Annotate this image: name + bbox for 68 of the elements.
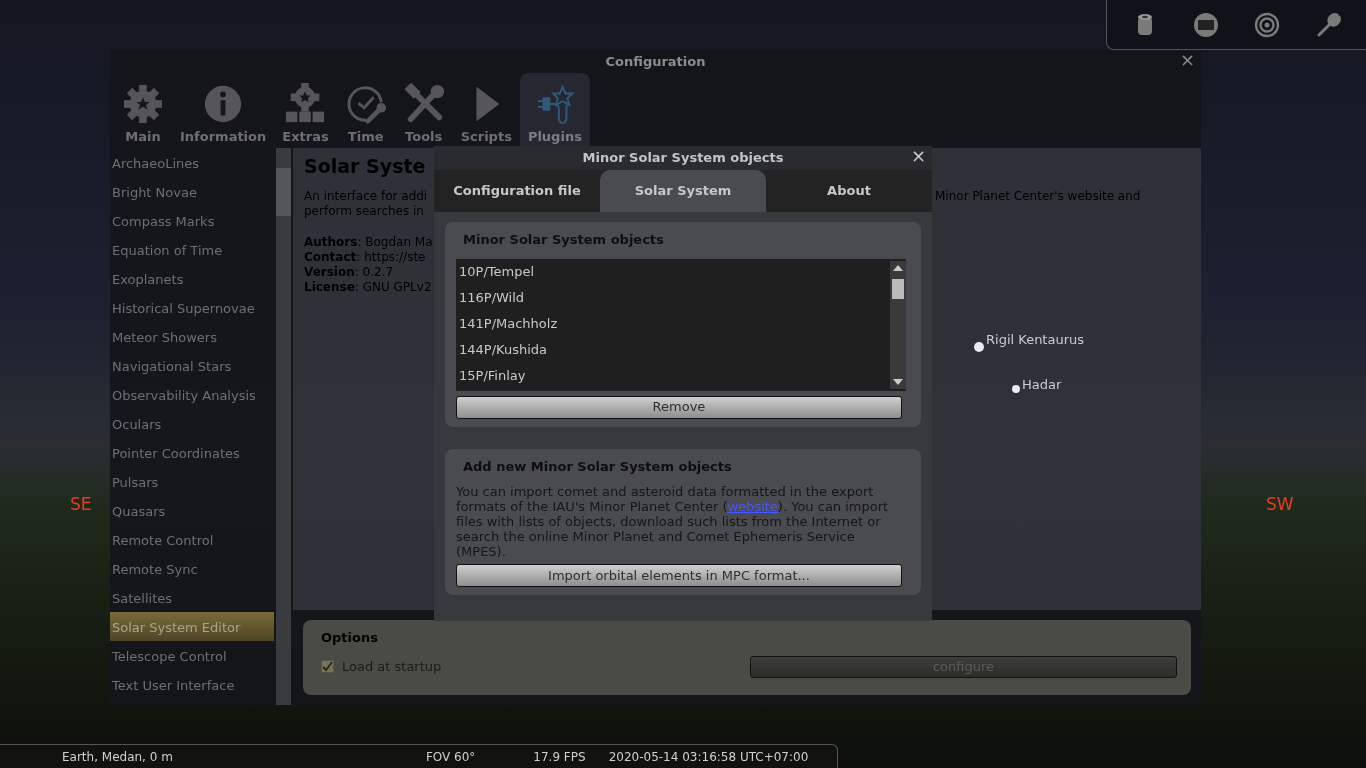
star-label: Rigil Kentaurus — [986, 331, 1085, 349]
config-tab[interactable]: Information — [172, 73, 275, 148]
plugin-list-item[interactable]: Compass Marks — [110, 206, 274, 235]
info-text: Contact: https://ste — [304, 249, 427, 265]
info-text: License: GNU GPLv2 — [304, 279, 433, 295]
config-tab[interactable]: Scripts — [452, 73, 520, 148]
plugin-list-item[interactable]: ArchaeoLines — [110, 148, 274, 177]
plugin-list-item[interactable]: Quasars — [110, 496, 274, 525]
compass-label: SW — [1266, 493, 1294, 516]
window-icon[interactable] — [1192, 10, 1221, 39]
plugin-list-item[interactable]: Remote Sync — [110, 554, 274, 583]
plugin-list-item[interactable]: Text User Interface — [110, 670, 274, 699]
plugin-list-item[interactable]: Observability Analysis — [110, 380, 274, 409]
tools-icon — [402, 82, 445, 125]
options-title: Options — [321, 629, 379, 647]
group-title: Minor Solar System objects — [462, 231, 665, 249]
target-icon[interactable] — [1252, 10, 1281, 39]
remove-button[interactable]: Remove — [456, 395, 902, 419]
plugin-list-item[interactable]: Equation of Time — [110, 235, 274, 264]
description-text: Minor Planet Center's website and — [935, 189, 1141, 204]
plugin-list-item[interactable]: Telescope Control — [110, 641, 274, 670]
plugin-list-item[interactable]: Navigational Stars — [110, 351, 274, 380]
window-title: Configuration — [605, 54, 706, 69]
config-tab[interactable]: Extras — [274, 73, 337, 148]
scrollbar[interactable] — [276, 148, 291, 705]
dialog-tab[interactable]: Configuration file — [434, 170, 600, 212]
dialog-tab[interactable]: Solar System — [600, 170, 766, 212]
config-tab[interactable]: Main — [114, 73, 172, 148]
checkmark-icon — [322, 661, 333, 672]
config-tab[interactable]: Time — [336, 73, 395, 148]
fov-text: FOV 60° — [425, 748, 476, 766]
plugin-list-item[interactable]: Oculars — [110, 409, 274, 438]
fps-text: 17.9 FPS — [533, 748, 586, 766]
scrollbar[interactable] — [890, 260, 906, 389]
gear-blocks-icon — [284, 82, 327, 125]
star-label: Hadar — [1022, 376, 1062, 394]
location-text: Earth, Medan, 0 m — [62, 748, 173, 766]
plugin-list-item[interactable]: Meteor Showers — [110, 322, 274, 351]
config-tab[interactable]: Plugins — [519, 73, 590, 148]
info-text: Authors: Bogdan Ma — [304, 234, 434, 250]
plugin-list-item[interactable]: Satellites — [110, 583, 274, 612]
close-button[interactable]: × — [1177, 50, 1197, 70]
group-title: Add new Minor Solar System objects — [462, 457, 733, 476]
plugin-list-item[interactable]: Pointer Coordinates — [110, 438, 274, 467]
import-button[interactable]: Import orbital elements in MPC format... — [456, 564, 902, 587]
plugin-list-item[interactable]: Bright Novae — [110, 177, 274, 206]
plugin-title: Solar Syste — [304, 154, 427, 179]
close-button[interactable]: × — [908, 146, 928, 166]
plugin-list-item[interactable]: Remote Control — [110, 525, 274, 554]
config-tab[interactable]: Tools — [394, 73, 453, 148]
gear-icon — [122, 82, 164, 125]
info-text: Version: 0.2.7 — [304, 264, 395, 280]
plugin-list-item[interactable]: Solar System Editor — [110, 612, 274, 641]
datetime-text: 2020-05-14 03:16:58 UTC+07:00 — [608, 748, 809, 766]
list-item[interactable]: 116P/Wild — [456, 284, 890, 311]
description-text: You can import comet and asteroid data formatted in the export formats of the IAU's Minor Planet Center (website). You can import files with lists of objects, download such lists from the Internet or search the online Minor Planet and Comet Ephemeris Service (MPES). — [456, 484, 890, 559]
plugin-list-item[interactable]: Exoplanets — [110, 264, 274, 293]
star-dot — [1012, 385, 1020, 393]
dialog-tab[interactable]: About — [766, 170, 932, 212]
list-item[interactable]: 15P/Finlay — [456, 362, 890, 389]
dialog-title: Minor Solar System objects — [582, 150, 784, 165]
list-item[interactable]: 10P/Tempel — [456, 258, 890, 285]
plugin-list-item[interactable]: Pulsars — [110, 467, 274, 496]
list-item[interactable]: 144P/Kushida — [456, 336, 890, 363]
plugin-list-item[interactable]: Historical Supernovae — [110, 293, 274, 322]
description-text: An interface for addi — [304, 188, 429, 204]
list-item[interactable]: 141P/Machholz — [456, 310, 890, 337]
compass-label: SE — [70, 493, 92, 516]
